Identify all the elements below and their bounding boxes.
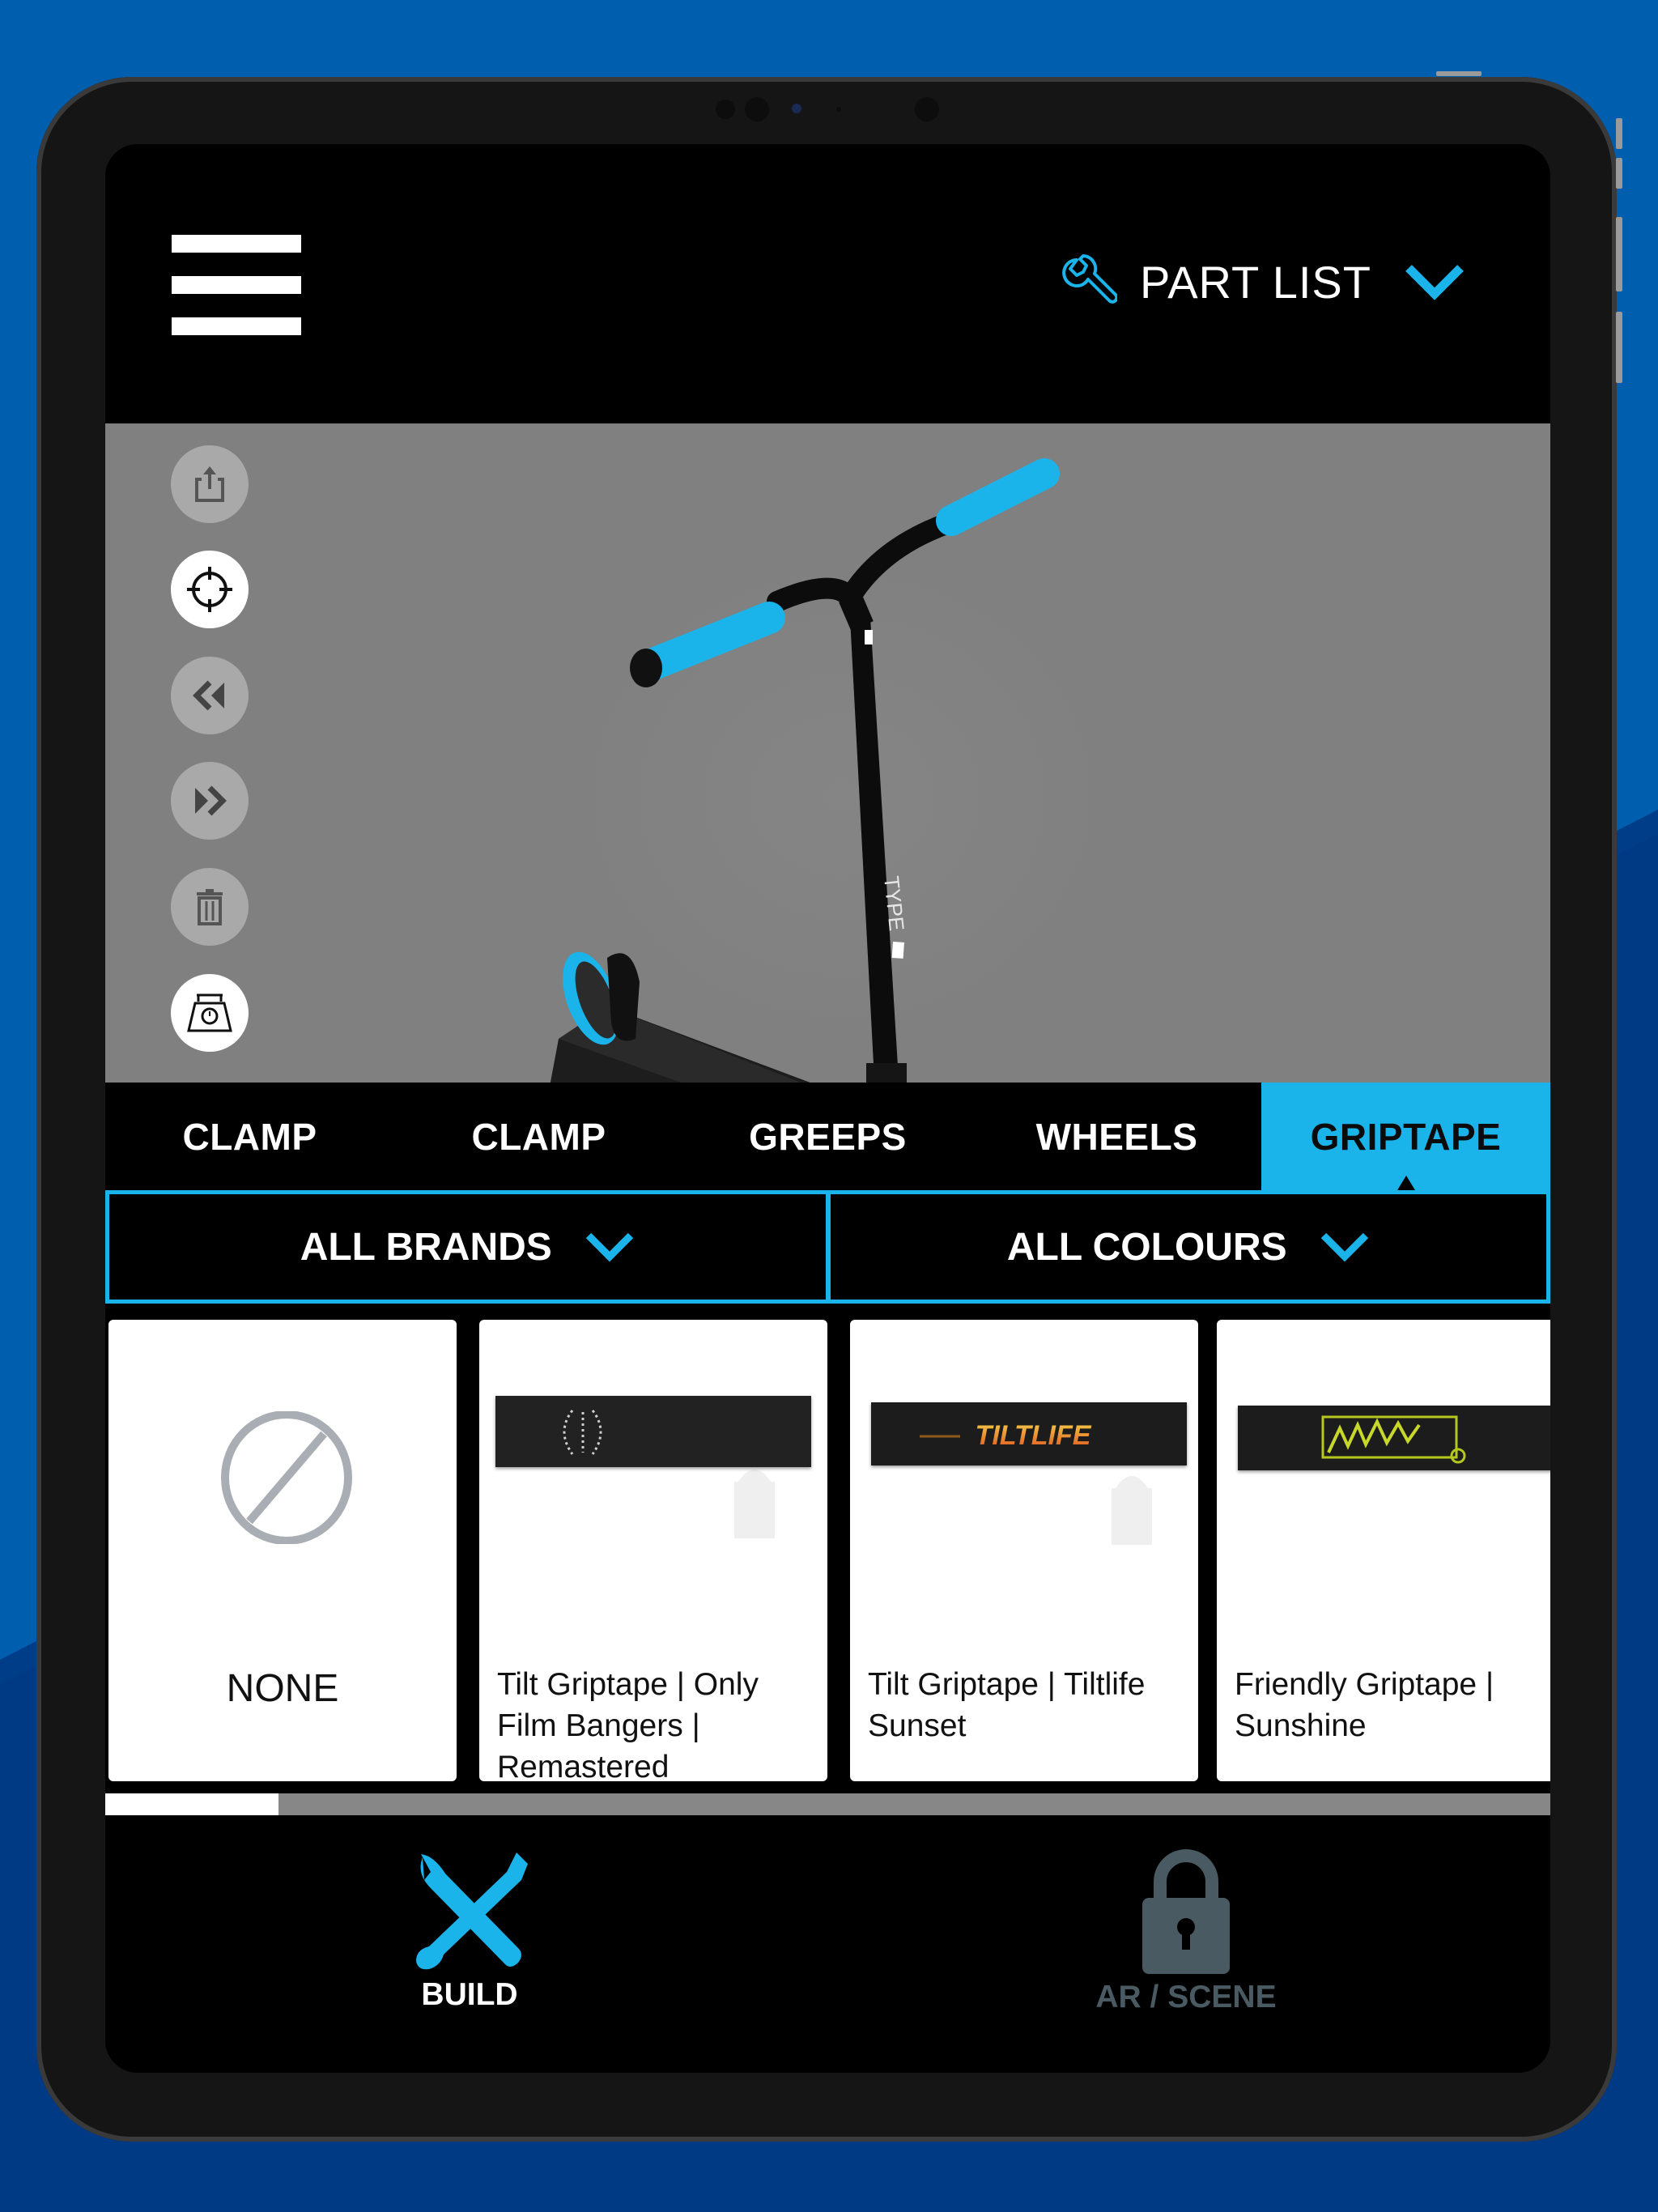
wrench-icon bbox=[1062, 254, 1117, 304]
delete-button[interactable] bbox=[171, 868, 249, 946]
tab-wheels[interactable]: WHEELS bbox=[972, 1083, 1261, 1190]
brand-filter-dropdown[interactable]: ALL BRANDS bbox=[105, 1190, 828, 1304]
app-screen: PART LIST TYPE CLAMP CLAMP GREEPS WHEELS… bbox=[105, 144, 1550, 2073]
product-name: Tilt Griptape | Only Film Bangers | Rema… bbox=[497, 1667, 759, 1781]
chevron-down-icon bbox=[1320, 1231, 1370, 1263]
tools-icon bbox=[416, 1853, 528, 1970]
griptape-thumbnail bbox=[495, 1396, 811, 1467]
build-label: BUILD bbox=[421, 1977, 518, 2012]
share-button[interactable] bbox=[171, 445, 249, 523]
top-button bbox=[1436, 71, 1482, 76]
side-button-1 bbox=[1616, 217, 1622, 291]
chevron-down-icon bbox=[585, 1231, 635, 1263]
product-carousel[interactable]: NONE Tilt Griptape | Only Film Bangers |… bbox=[105, 1320, 1550, 1789]
side-button-2 bbox=[1616, 312, 1622, 383]
recenter-button[interactable] bbox=[171, 551, 249, 628]
scooter-model: TYPE bbox=[550, 458, 1060, 1083]
hamburger-menu-icon bbox=[172, 235, 301, 253]
volume-up-button bbox=[1616, 118, 1622, 149]
tab-griptape[interactable]: GRIPTAPE bbox=[1261, 1083, 1550, 1190]
thumb-text: TILTLIFE bbox=[976, 1420, 1092, 1451]
watermark-icon bbox=[734, 1470, 775, 1538]
rewind-icon bbox=[193, 680, 224, 711]
menu-button[interactable] bbox=[172, 235, 301, 335]
griptape-thumbnail bbox=[1238, 1406, 1550, 1470]
product-card[interactable]: Tilt Griptape | Only Film Bangers | Rema… bbox=[479, 1320, 827, 1781]
brand-filter-label: ALL BRANDS bbox=[300, 1225, 552, 1269]
weight-button[interactable] bbox=[171, 974, 249, 1052]
griptape-thumbnail: TILTLIFE bbox=[871, 1402, 1187, 1465]
filter-bar: ALL BRANDS ALL COLOURS bbox=[105, 1190, 1550, 1304]
product-card[interactable]: Friendly Griptape | Sunshine bbox=[1217, 1320, 1550, 1781]
crosshair-icon bbox=[187, 567, 232, 612]
hamburger-line bbox=[172, 317, 301, 335]
category-tabs: CLAMP CLAMP GREEPS WHEELS GRIPTAPE bbox=[105, 1083, 1550, 1190]
watermark-icon bbox=[1112, 1476, 1152, 1545]
product-name: NONE bbox=[226, 1667, 339, 1710]
part-list-dropdown[interactable]: PART LIST bbox=[1061, 249, 1465, 314]
volume-down-button bbox=[1616, 158, 1622, 189]
colour-filter-dropdown[interactable]: ALL COLOURS bbox=[827, 1190, 1550, 1304]
trash-icon bbox=[197, 889, 223, 925]
carousel-scrollbar[interactable] bbox=[105, 1793, 1550, 1815]
product-name: Tilt Griptape | Tiltlife Sunset bbox=[868, 1667, 1146, 1743]
share-icon bbox=[195, 466, 224, 502]
3d-viewport[interactable]: TYPE bbox=[105, 423, 1550, 1083]
product-name: Friendly Griptape | Sunshine bbox=[1235, 1667, 1494, 1743]
scrollbar-thumb[interactable] bbox=[105, 1793, 278, 1815]
scale-icon bbox=[187, 993, 232, 1032]
colour-filter-label: ALL COLOURS bbox=[1006, 1225, 1287, 1269]
build-nav-button[interactable]: BUILD bbox=[267, 1815, 672, 2073]
part-list-label: PART LIST bbox=[1140, 256, 1371, 308]
hamburger-line bbox=[172, 276, 301, 294]
tab-clamp-1[interactable]: CLAMP bbox=[105, 1083, 394, 1190]
ar-scene-nav-button[interactable]: AR / SCENE bbox=[984, 1815, 1388, 2073]
tab-clamp-2[interactable]: CLAMP bbox=[394, 1083, 683, 1190]
none-icon bbox=[221, 1411, 352, 1544]
app-header: PART LIST bbox=[105, 144, 1550, 423]
lock-icon bbox=[1142, 1849, 1230, 1974]
ar-scene-label: AR / SCENE bbox=[1095, 1980, 1277, 2014]
product-card-none[interactable]: NONE bbox=[108, 1320, 457, 1781]
chevron-down-icon bbox=[1405, 265, 1464, 300]
fast-forward-icon bbox=[195, 785, 227, 816]
product-card[interactable]: TILTLIFE Tilt Griptape | Tiltlife Sunset bbox=[850, 1320, 1198, 1781]
previous-button[interactable] bbox=[171, 657, 249, 734]
tab-greeps[interactable]: GREEPS bbox=[683, 1083, 972, 1190]
next-button[interactable] bbox=[171, 762, 249, 840]
bottom-navigation: BUILD AR / SCENE bbox=[105, 1815, 1550, 2073]
camera-bar bbox=[712, 96, 947, 123]
